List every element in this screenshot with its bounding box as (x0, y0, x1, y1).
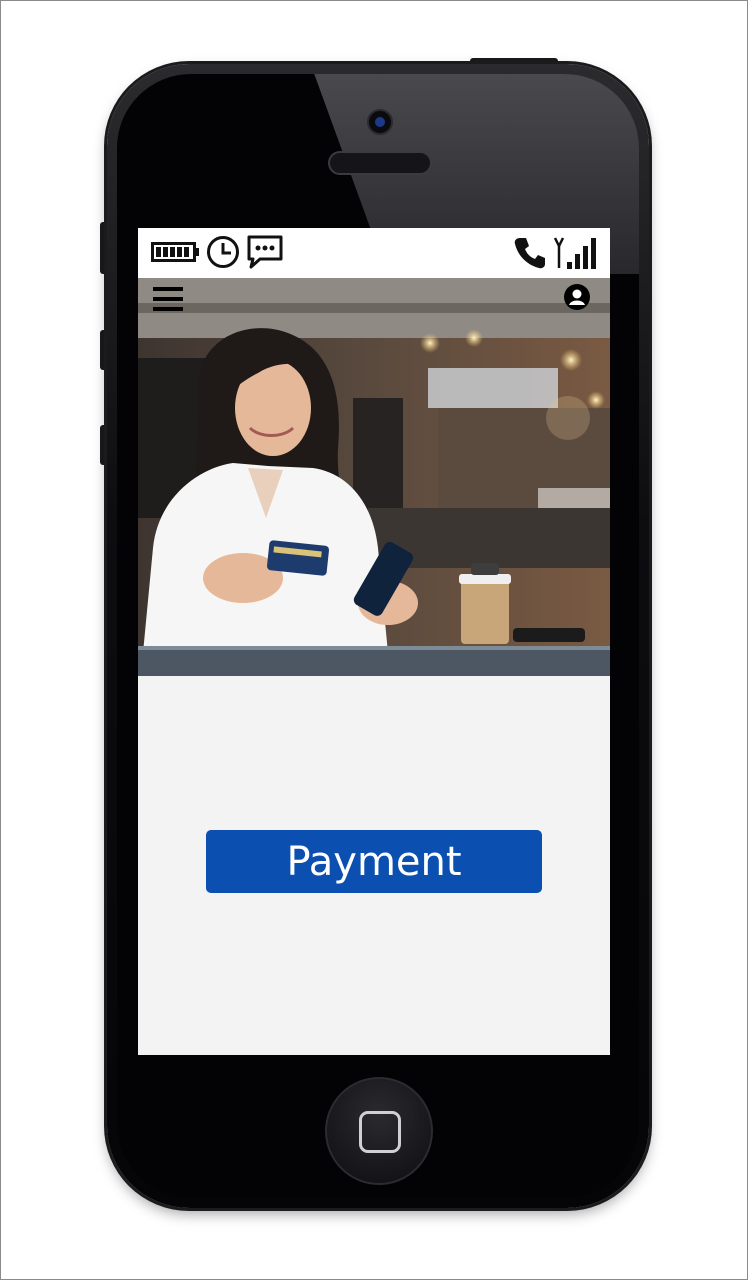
status-bar (138, 228, 610, 278)
phone-icon (514, 238, 545, 269)
home-button[interactable] (325, 1077, 433, 1185)
woman-paying-illustration (138, 278, 610, 676)
user-profile-icon[interactable] (563, 283, 591, 311)
earpiece-speaker (328, 151, 432, 175)
phone-screen: Payment (138, 228, 610, 1055)
payment-button[interactable]: Payment (206, 830, 542, 893)
battery-icon (151, 242, 199, 262)
front-camera (367, 109, 393, 135)
message-icon (247, 235, 283, 269)
clock-icon (207, 236, 239, 268)
signal-icon (553, 237, 596, 269)
hero-image (138, 278, 610, 676)
hamburger-menu-icon[interactable] (153, 286, 183, 312)
home-square-icon (359, 1111, 401, 1153)
